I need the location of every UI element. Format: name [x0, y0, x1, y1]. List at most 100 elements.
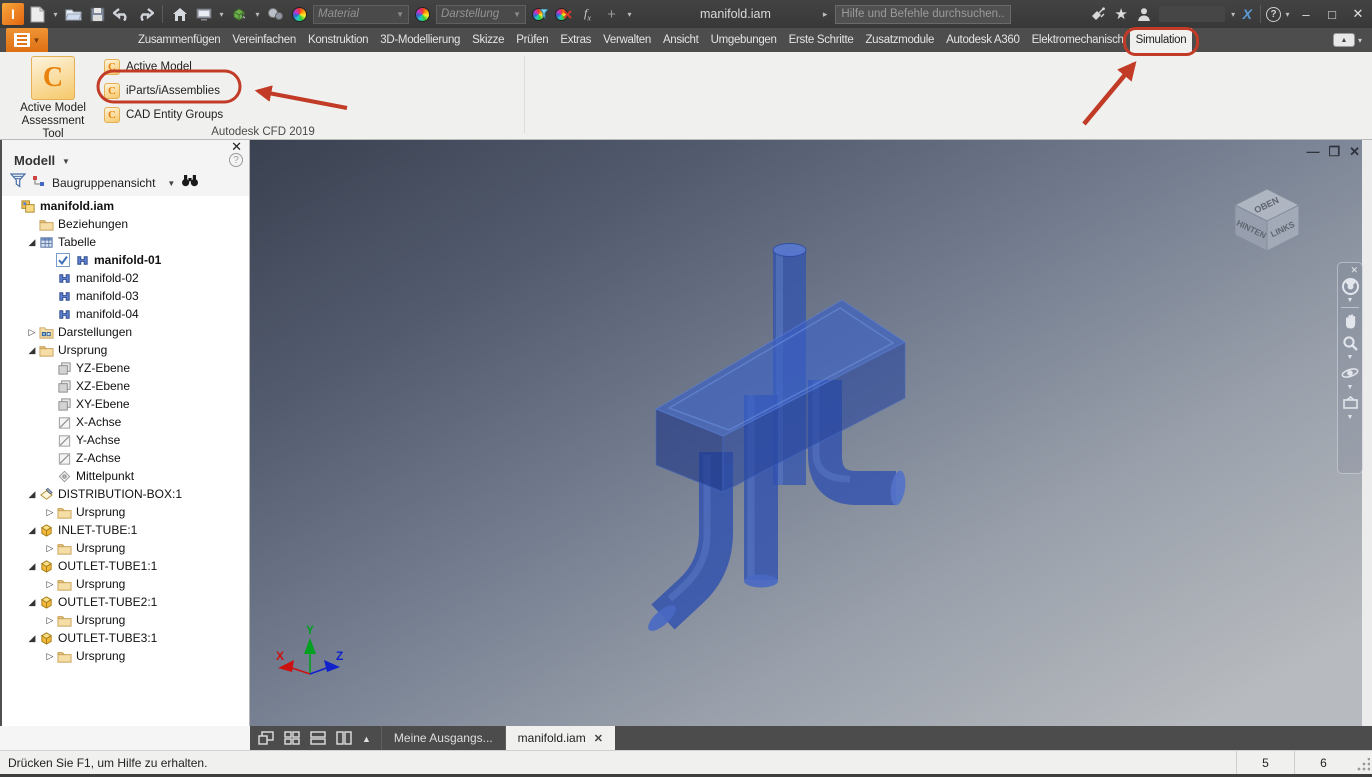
ribbon-tab-extras[interactable]: Extras [554, 28, 597, 52]
close-icon[interactable]: ✕ [1349, 145, 1360, 159]
cad-entity-groups-button[interactable]: C CAD Entity Groups [100, 104, 227, 126]
chevron-down-icon[interactable]: ▾ [625, 10, 634, 19]
tree-item-manifold-iam[interactable]: manifold.iam [2, 197, 249, 215]
tree-expander-icon[interactable]: ▷ [44, 543, 56, 554]
active-model-button[interactable]: C Active Model [100, 56, 196, 78]
split-vertical-icon[interactable] [336, 731, 352, 745]
ribbon-tab-vereinfachen[interactable]: Vereinfachen [226, 28, 302, 52]
appearance-clear-icon[interactable] [553, 4, 574, 25]
active-model-assessment-tool-button[interactable]: C Active Model Assessment Tool [10, 54, 96, 140]
ribbon-tab-zusammenf-gen[interactable]: Zusammenfügen [132, 28, 226, 52]
chevron-down-icon[interactable]: ▼ [1347, 354, 1354, 362]
chevron-down-icon[interactable]: ▾ [217, 10, 226, 19]
tree-item-ursprung[interactable]: ▷ Ursprung [2, 539, 249, 557]
tree-item-y-achse[interactable]: Y-Achse [2, 431, 249, 449]
add-icon[interactable]: + [601, 4, 622, 25]
view-face-icon[interactable] [193, 4, 214, 25]
tree-item-yz-ebene[interactable]: YZ-Ebene [2, 359, 249, 377]
browser-panel-title[interactable]: Modell [14, 153, 55, 168]
cascade-windows-icon[interactable] [258, 731, 274, 745]
view-cube[interactable]: OBEN HINTEN LINKS [1229, 185, 1305, 255]
ribbon-tab-erste-schritte[interactable]: Erste Schritte [783, 28, 860, 52]
ribbon-tab-3d-modellierung[interactable]: 3D-Modellierung [374, 28, 466, 52]
flyout-arrow-icon[interactable]: ▸ [823, 9, 828, 20]
application-menu-button[interactable]: ▼ [6, 28, 48, 52]
tree-expander-icon[interactable]: ▷ [44, 651, 56, 662]
tree-item-beziehungen[interactable]: Beziehungen [2, 215, 249, 233]
ribbon-collapse-button[interactable]: ▲ ▾ [1332, 28, 1362, 52]
pan-hand-icon[interactable] [1340, 311, 1360, 331]
ribbon-tab-konstruktion[interactable]: Konstruktion [302, 28, 374, 52]
tree-expander-icon[interactable]: ▷ [44, 615, 56, 626]
tree-item-manifold-04[interactable]: manifold-04 [2, 305, 249, 323]
tree-item-outlet-tube1-1[interactable]: ◢ OUTLET-TUBE1:1 [2, 557, 249, 575]
tree-item-z-achse[interactable]: Z-Achse [2, 449, 249, 467]
tree-item-ursprung[interactable]: ▷ Ursprung [2, 647, 249, 665]
close-icon[interactable]: ✕ [231, 140, 242, 153]
tree-item-x-achse[interactable]: X-Achse [2, 413, 249, 431]
orbit-icon[interactable] [1340, 363, 1360, 383]
tree-item-darstellungen[interactable]: ▷ Darstellungen [2, 323, 249, 341]
tree-expander-icon[interactable]: ◢ [26, 561, 38, 572]
tree-expander-icon[interactable]: ▷ [44, 579, 56, 590]
user-icon[interactable] [1134, 4, 1155, 25]
chevron-down-icon[interactable]: ▼ [62, 157, 70, 166]
chevron-down-icon[interactable]: ▾ [253, 10, 262, 19]
document-tab-meine-ausgangs-[interactable]: Meine Ausgangs... [382, 726, 505, 750]
chevron-down-icon[interactable]: ▼ [167, 179, 175, 188]
home-icon[interactable] [169, 4, 190, 25]
ribbon-tab-skizze[interactable]: Skizze [466, 28, 510, 52]
restore-icon[interactable]: ❐ [1328, 145, 1340, 159]
search-binoculars-icon[interactable] [181, 174, 199, 192]
chevron-down-icon[interactable]: ▾ [1229, 10, 1238, 19]
tree-item-tabelle[interactable]: ◢ Tabelle [2, 233, 249, 251]
tree-item-outlet-tube3-1[interactable]: ◢ OUTLET-TUBE3:1 [2, 629, 249, 647]
iparts-iassemblies-button[interactable]: CiParts/iAssemblies [100, 80, 224, 102]
favorites-star-icon[interactable]: ★ [1111, 4, 1132, 25]
material-spheres-icon[interactable] [265, 4, 286, 25]
appearance-wheel-icon[interactable] [412, 4, 433, 25]
tree-item-manifold-03[interactable]: manifold-03 [2, 287, 249, 305]
help-icon[interactable]: ? [1266, 6, 1281, 22]
chevron-down-icon[interactable]: ▼ [1347, 297, 1354, 305]
navigation-wheel-icon[interactable] [1340, 276, 1360, 296]
new-file-icon[interactable] [27, 4, 48, 25]
checkbox-checked-icon[interactable] [56, 253, 70, 267]
sign-in-area[interactable] [1158, 6, 1225, 22]
appearance-filter-icon[interactable] [529, 4, 550, 25]
open-icon[interactable] [63, 4, 84, 25]
app-exchange-icon[interactable]: X [1240, 6, 1255, 22]
ribbon-tab-autodesk-a360[interactable]: Autodesk A360 [940, 28, 1025, 52]
tree-expander-icon[interactable]: ◢ [26, 597, 38, 608]
window-close-button[interactable]: ✕ [1346, 6, 1370, 22]
tree-expander-icon[interactable]: ◢ [26, 237, 38, 248]
minimize-icon[interactable]: — [1306, 145, 1319, 159]
tree-item-ursprung[interactable]: ▷ Ursprung [2, 611, 249, 629]
expand-up-icon[interactable]: ▲ [362, 729, 371, 747]
tree-item-manifold-01[interactable]: manifold-01 [2, 251, 249, 269]
tree-expander-icon[interactable]: ◢ [26, 489, 38, 500]
resize-grip[interactable] [1356, 758, 1370, 772]
tree-item-ursprung[interactable]: ▷ Ursprung [2, 503, 249, 521]
3d-viewport[interactable]: — ❐ ✕ OBEN HINTEN LINKS ✕ ▼ ▼ ▼ ▼ X Y Z [250, 140, 1372, 726]
view-mode-selector[interactable]: Baugruppenansicht [52, 176, 155, 190]
ribbon-tab-verwalten[interactable]: Verwalten [597, 28, 657, 52]
window-maximize-button[interactable]: □ [1320, 7, 1344, 22]
tree-item-outlet-tube2-1[interactable]: ◢ OUTLET-TUBE2:1 [2, 593, 249, 611]
save-icon[interactable] [87, 4, 108, 25]
ribbon-tab-elektromechanisch[interactable]: Elektromechanisch [1026, 28, 1130, 52]
look-at-icon[interactable] [1340, 393, 1360, 413]
tile-windows-icon[interactable] [284, 731, 300, 745]
tree-expander-icon[interactable]: ▷ [26, 327, 38, 338]
ribbon-tab-ansicht[interactable]: Ansicht [657, 28, 705, 52]
ribbon-tab-zusatzmodule[interactable]: Zusatzmodule [859, 28, 940, 52]
chevron-down-icon[interactable]: ▼ [1347, 414, 1354, 422]
fx-parameters-icon[interactable]: fx [577, 4, 598, 25]
material-selector[interactable]: Material ▼ [313, 4, 409, 24]
tree-item-ursprung[interactable]: ◢ Ursprung [2, 341, 249, 359]
chevron-down-icon[interactable]: ▾ [1283, 10, 1292, 19]
tree-item-xy-ebene[interactable]: XY-Ebene [2, 395, 249, 413]
tree-item-inlet-tube-1[interactable]: ◢ INLET-TUBE:1 [2, 521, 249, 539]
ribbon-tab-pr-fen[interactable]: Prüfen [510, 28, 554, 52]
tree-item-manifold-02[interactable]: manifold-02 [2, 269, 249, 287]
